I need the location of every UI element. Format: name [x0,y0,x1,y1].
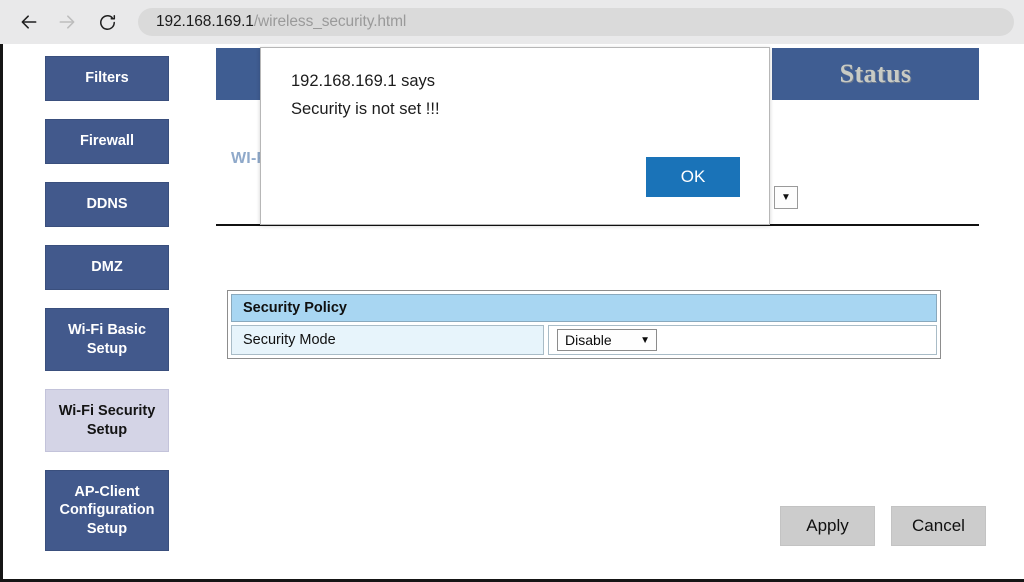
chevron-down-icon: ▼ [640,334,650,346]
alert-origin-text: 192.168.169.1 says [291,72,436,90]
alert-ok-label: OK [680,167,706,186]
alert-ok-button[interactable]: OK [646,157,740,197]
url-host: 192.168.169.1 [156,13,254,30]
security-policy-table: Security Policy Security Mode Disable ▼ [227,290,941,359]
sidebar-nav: Filters Firewall DDNS DMZ Wi-Fi Basic Se… [45,56,169,569]
sidebar-item-label: Wi-Fi Security Setup [58,402,156,438]
security-policy-header: Security Policy [231,294,937,322]
sidebar-item-label: Filters [85,70,129,87]
arrow-left-icon [21,15,37,29]
back-button[interactable] [14,7,44,37]
cancel-button[interactable]: Cancel [891,506,986,546]
sidebar-item-label: Wi-Fi Basic Setup [67,321,147,357]
arrow-right-icon [59,15,75,29]
page-title: Status [839,59,912,88]
header-dropdown[interactable]: ▼ [774,186,798,209]
sidebar-item-filters[interactable]: Filters [45,56,169,101]
address-bar[interactable]: 192.168.169.1/wireless_security.html [138,8,1014,36]
security-mode-selected-value: Disable [565,332,612,348]
header-banner-status[interactable]: Status [772,48,979,100]
security-mode-label: Security Mode [243,332,336,348]
javascript-alert-dialog: 192.168.169.1 says Security is not set !… [260,47,770,225]
sidebar-item-dmz[interactable]: DMZ [45,245,169,290]
security-mode-select[interactable]: Disable ▼ [557,329,657,351]
cancel-button-label: Cancel [912,516,965,535]
sidebar-item-ddns[interactable]: DDNS [45,182,169,227]
sidebar-item-label: Firewall [80,133,134,150]
sidebar-item-wifi-basic-setup[interactable]: Wi-Fi Basic Setup [45,308,169,371]
sidebar-item-firewall[interactable]: Firewall [45,119,169,164]
chevron-down-icon: ▼ [781,192,791,203]
screen-root: 192.168.169.1/wireless_security.html Fil… [0,0,1024,582]
footer-actions: Apply Cancel [780,506,986,546]
alert-message-text: Security is not set !!! [291,100,440,118]
reload-button[interactable] [92,7,122,37]
table-row: Security Mode Disable ▼ [231,325,937,355]
sidebar-item-wifi-security-setup[interactable]: Wi-Fi Security Setup [45,389,169,452]
forward-button[interactable] [52,7,82,37]
apply-button[interactable]: Apply [780,506,875,546]
browser-toolbar: 192.168.169.1/wireless_security.html [0,0,1024,44]
sidebar-item-ap-client-configuration-setup[interactable]: AP-Client Configuration Setup [45,470,169,551]
sidebar-item-label: AP-Client Configuration Setup [59,483,155,537]
reload-icon [99,14,115,30]
apply-button-label: Apply [806,516,849,535]
sidebar-item-label: DDNS [86,196,128,213]
security-mode-value-cell: Disable ▼ [548,325,937,355]
security-mode-label-cell: Security Mode [231,325,544,355]
sidebar-item-label: DMZ [91,259,123,276]
security-policy-title: Security Policy [243,300,347,316]
url-path: /wireless_security.html [253,13,407,30]
